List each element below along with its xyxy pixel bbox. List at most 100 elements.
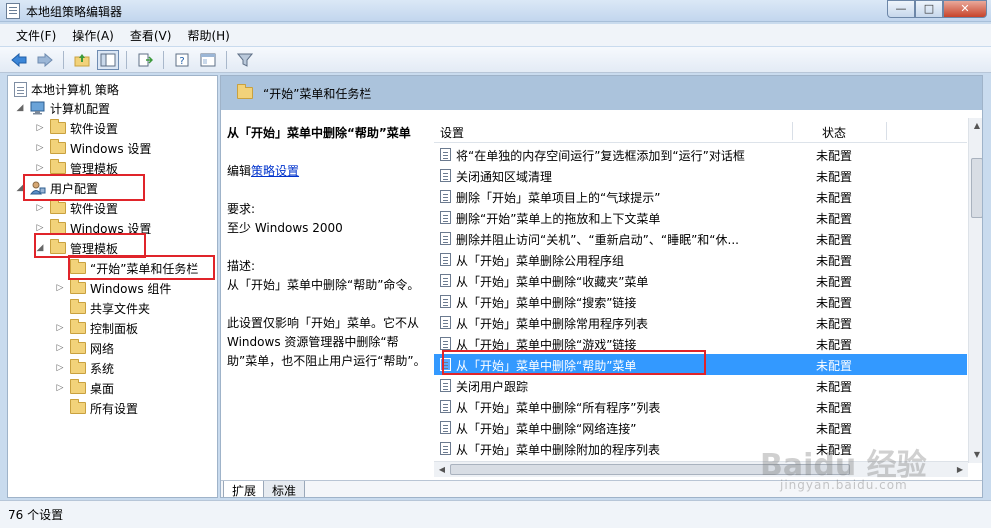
scroll-right-arrow-icon[interactable]: ▶ xyxy=(952,462,968,478)
setting-name: 删除「开始」菜单项目上的“气球提示” xyxy=(456,191,661,205)
tab-extended[interactable]: 扩展 xyxy=(223,481,266,497)
setting-row[interactable]: 删除并阻止访问“关机”、“重新启动”、“睡眠”和“休... 未配置 xyxy=(434,228,967,249)
collapsed-triangle-icon[interactable]: ▷ xyxy=(54,283,66,293)
setting-state: 未配置 xyxy=(816,149,853,163)
policy-setting-icon xyxy=(440,169,451,182)
tree-item-system[interactable]: ▷ 系统 xyxy=(54,358,114,378)
folder-icon xyxy=(50,139,66,154)
all-settings-folder-icon xyxy=(70,399,86,414)
collapsed-triangle-icon[interactable]: ▷ xyxy=(34,203,46,213)
collapsed-triangle-icon[interactable]: ▷ xyxy=(34,143,46,153)
tree-item-all-settings[interactable]: 所有设置 xyxy=(54,398,138,418)
tree-item-label: 计算机配置 xyxy=(50,101,111,116)
tree-item-computer-config[interactable]: ◢ 计算机配置 xyxy=(14,98,110,118)
setting-row[interactable]: 从「开始」菜单删除公用程序组 未配置 xyxy=(434,249,967,270)
back-arrow-icon[interactable] xyxy=(8,50,30,70)
minimize-button[interactable]: — xyxy=(887,0,915,18)
collapsed-triangle-icon[interactable]: ▷ xyxy=(34,223,46,233)
expanded-triangle-icon[interactable]: ◢ xyxy=(14,183,26,193)
settings-list: 设置 状态 将“在单独的内存空间运行”复选框添加到“运行”对话框 未配置 关闭通知… xyxy=(434,118,982,478)
setting-row[interactable]: 将“在单独的内存空间运行”复选框添加到“运行”对话框 未配置 xyxy=(434,144,967,165)
policy-setting-icon xyxy=(440,190,451,203)
scroll-left-arrow-icon[interactable]: ◀ xyxy=(434,462,450,478)
menu-action[interactable]: 操作(A) xyxy=(64,25,122,46)
setting-state: 未配置 xyxy=(816,275,853,289)
setting-name: 从「开始」菜单中删除“网络连接” xyxy=(456,422,637,436)
tree-item-software-settings[interactable]: ▷ 软件设置 xyxy=(34,118,118,138)
expanded-triangle-icon[interactable]: ◢ xyxy=(34,243,46,253)
tree-item-label: 所有设置 xyxy=(90,401,139,416)
setting-row[interactable]: 关闭用户跟踪 未配置 xyxy=(434,375,967,396)
column-divider[interactable] xyxy=(886,122,887,140)
tree-item-admin-templates[interactable]: ▷ 管理模板 xyxy=(34,158,118,178)
setting-row[interactable]: 删除“开始”菜单上的拖放和上下文菜单 未配置 xyxy=(434,207,967,228)
setting-row[interactable]: 从「开始」菜单中删除常用程序列表 未配置 xyxy=(434,312,967,333)
column-header-state[interactable]: 状态 xyxy=(822,124,846,141)
collapsed-triangle-icon[interactable]: ▷ xyxy=(34,123,46,133)
scrollbar-thumb[interactable] xyxy=(971,158,982,218)
folder-icon xyxy=(70,299,86,314)
tree-item-user-windows-settings[interactable]: ▷ Windows 设置 xyxy=(34,218,151,238)
tree-item-desktop[interactable]: ▷ 桌面 xyxy=(54,378,114,398)
forward-arrow-icon[interactable] xyxy=(34,50,56,70)
setting-name: 关闭通知区域清理 xyxy=(456,170,553,184)
collapsed-triangle-icon[interactable]: ▷ xyxy=(54,363,66,373)
description-pane: 从「开始」菜单中删除“帮助”菜单 编辑策略设置 要求: 至少 Windows 2… xyxy=(227,124,427,371)
setting-row[interactable]: 从「开始」菜单中删除“网络连接” 未配置 xyxy=(434,417,967,438)
description-heading: 从「开始」菜单中删除“帮助”菜单 xyxy=(227,126,411,140)
tree-item-label: 软件设置 xyxy=(70,121,119,136)
close-button[interactable]: ✕ xyxy=(943,0,987,18)
tree-item-user-config[interactable]: ◢ 用户配置 xyxy=(14,178,98,198)
show-hide-tree-icon[interactable] xyxy=(97,49,119,70)
collapsed-triangle-icon[interactable]: ▷ xyxy=(54,343,66,353)
tree-item-start-menu-taskbar[interactable]: “开始”菜单和任务栏 xyxy=(54,258,198,278)
expanded-triangle-icon[interactable]: ◢ xyxy=(14,103,26,113)
maximize-button[interactable]: □ xyxy=(915,0,943,18)
menu-view[interactable]: 查看(V) xyxy=(122,25,180,46)
tree-item-control-panel[interactable]: ▷ 控制面板 xyxy=(54,318,138,338)
folder-icon xyxy=(70,339,86,354)
setting-row[interactable]: 关闭通知区域清理 未配置 xyxy=(434,165,967,186)
setting-row[interactable]: 从「开始」菜单中删除“所有程序”列表 未配置 xyxy=(434,396,967,417)
column-divider[interactable] xyxy=(792,122,793,140)
tree-item-user-software-settings[interactable]: ▷ 软件设置 xyxy=(34,198,118,218)
vertical-scrollbar[interactable]: ▲ ▼ xyxy=(968,118,982,463)
tree-item-root[interactable]: 本地计算机 策略 xyxy=(10,79,119,99)
setting-row[interactable]: 从「开始」菜单中删除“游戏”链接 未配置 xyxy=(434,333,967,354)
collapsed-triangle-icon[interactable]: ▷ xyxy=(54,383,66,393)
scroll-up-arrow-icon[interactable]: ▲ xyxy=(969,118,982,134)
setting-row-selected[interactable]: 从「开始」菜单中删除“帮助”菜单 未配置 xyxy=(434,354,967,375)
scroll-down-arrow-icon[interactable]: ▼ xyxy=(969,447,982,463)
tree-item-label: 共享文件夹 xyxy=(90,301,151,316)
setting-state: 未配置 xyxy=(816,212,853,226)
setting-row[interactable]: 从「开始」菜单中删除“收藏夹”菜单 未配置 xyxy=(434,270,967,291)
title-bar: 本地组策略编辑器 — □ ✕ xyxy=(0,0,991,22)
policy-setting-icon xyxy=(440,316,451,329)
policy-tree: 本地计算机 策略 ◢ 计算机配置 ▷ 软件设置 ▷ Windows 设置 ▷ 管… xyxy=(7,75,218,498)
tree-item-shared-folders[interactable]: 共享文件夹 xyxy=(54,298,150,318)
properties-icon[interactable] xyxy=(197,50,219,70)
setting-name: 将“在单独的内存空间运行”复选框添加到“运行”对话框 xyxy=(456,149,745,163)
tree-item-windows-components[interactable]: ▷ Windows 组件 xyxy=(54,278,171,298)
menu-file[interactable]: 文件(F) xyxy=(8,25,64,46)
tree-item-windows-settings[interactable]: ▷ Windows 设置 xyxy=(34,138,151,158)
status-bar: 76 个设置 xyxy=(0,500,991,528)
tab-standard[interactable]: 标准 xyxy=(263,481,306,497)
up-folder-icon[interactable] xyxy=(71,50,93,70)
tree-item-user-admin-templates[interactable]: ◢ 管理模板 xyxy=(34,238,118,258)
filter-icon[interactable] xyxy=(234,50,256,70)
collapsed-triangle-icon[interactable]: ▷ xyxy=(54,323,66,333)
folder-icon xyxy=(237,84,253,99)
collapsed-triangle-icon[interactable]: ▷ xyxy=(34,163,46,173)
policy-doc-icon xyxy=(14,81,27,97)
setting-row[interactable]: 从「开始」菜单中删除“搜索”链接 未配置 xyxy=(434,291,967,312)
export-list-icon[interactable] xyxy=(134,50,156,70)
setting-row[interactable]: 删除「开始」菜单项目上的“气球提示” 未配置 xyxy=(434,186,967,207)
tree-item-network[interactable]: ▷ 网络 xyxy=(54,338,114,358)
toolbar-separator xyxy=(163,50,164,69)
menu-help[interactable]: 帮助(H) xyxy=(179,25,237,46)
folder-icon xyxy=(50,219,66,234)
help-icon[interactable]: ? xyxy=(171,50,193,70)
edit-policy-link[interactable]: 策略设置 xyxy=(251,164,299,178)
column-header-setting[interactable]: 设置 xyxy=(440,124,464,141)
